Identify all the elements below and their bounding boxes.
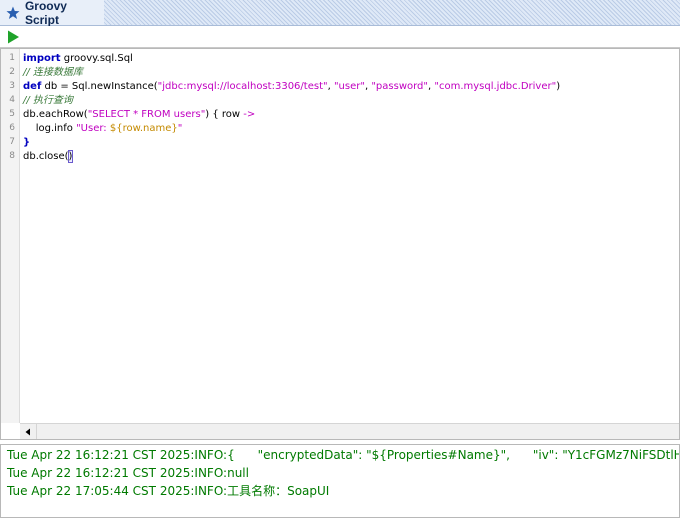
code-comment: // 执行查询 [23,95,73,106]
code-string: "password" [371,81,429,92]
window-title-tab[interactable]: Groovy Script [0,0,104,27]
log-output-panel[interactable]: Tue Apr 22 16:12:21 CST 2025:INFO:{ "enc… [0,444,680,518]
line-number: 3 [9,81,15,91]
code-text: ) { row [205,109,244,120]
line-number: 6 [9,123,15,133]
code-line: // 连接数据库 [23,66,83,80]
line-number: 8 [9,151,15,161]
code-line: } [23,136,30,150]
code-string: "user" [333,81,365,92]
code-text: ) [556,81,561,92]
title-bar: Groovy Script [0,0,680,27]
code-comment: // 连接数据库 [23,67,83,78]
code-line: db.eachRow("SELECT * FROM users") { row … [23,108,255,122]
code-text: db = Sql.newInstance( [41,81,158,92]
code-string: "com.mysql.jdbc.Driver" [434,81,557,92]
line-number: 7 [9,137,15,147]
star-icon [6,6,20,19]
code-text: db.close( [23,151,69,162]
toolbar [0,26,680,48]
log-line: Tue Apr 22 17:05:44 CST 2025:INFO:工具名称：S… [7,484,330,498]
scroll-left-button[interactable] [20,424,37,439]
window-title: Groovy Script [24,0,67,27]
script-editor[interactable]: 1 2 3 4 5 6 7 8 import groovy.sql.Sql //… [0,48,680,440]
code-keyword: def [23,81,42,92]
code-string: "jdbc:mysql://localhost:3306/test" [157,81,328,92]
code-string: "User: [76,123,110,134]
code-arrow: -> [243,109,256,120]
code-string: " [177,123,183,134]
run-button[interactable] [5,29,21,45]
log-line: Tue Apr 22 16:12:21 CST 2025:INFO:null [7,466,249,480]
arrow-left-icon [25,428,30,435]
line-number: 5 [9,109,15,119]
code-line: // 执行查询 [23,94,73,108]
code-line: def db = Sql.newInstance("jdbc:mysql://l… [23,80,560,94]
code-area[interactable]: import groovy.sql.Sql // 连接数据库 def db = … [23,49,673,423]
code-text: db.eachRow( [23,109,88,120]
matched-paren: ) [67,150,74,163]
horizontal-scrollbar[interactable] [20,423,679,439]
code-string: "SELECT * FROM users" [87,109,206,120]
code-line: log.info "User: ${row.name}" [23,122,183,136]
code-line: db.close() [23,150,74,164]
play-icon [8,30,19,44]
line-number: 1 [9,53,15,63]
code-brace: } [23,137,31,148]
log-line: Tue Apr 22 16:12:21 CST 2025:INFO:{ "enc… [7,448,679,462]
code-text: groovy.sql.Sql [60,53,133,64]
code-text: log.info [23,123,77,134]
line-number: 4 [9,95,15,105]
code-keyword: import [23,53,61,64]
code-interpolation: ${row.name} [109,123,178,134]
code-line: import groovy.sql.Sql [23,52,133,66]
line-number-gutter: 1 2 3 4 5 6 7 8 [1,49,20,423]
line-number: 2 [9,67,15,77]
